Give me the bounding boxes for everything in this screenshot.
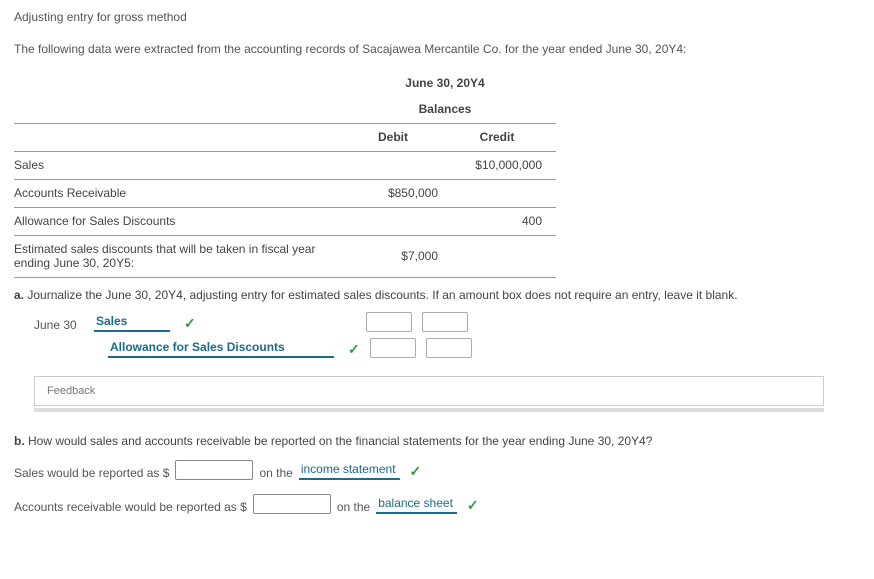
hdr-balances: Balances — [348, 96, 556, 122]
part-a-text: Journalize the June 30, 20Y4, adjusting … — [27, 288, 737, 302]
entry-date: June 30 — [34, 318, 84, 332]
feedback-toggle[interactable]: Feedback — [34, 376, 824, 406]
row-debit — [348, 208, 452, 235]
row-credit — [452, 236, 556, 277]
row-label: Allowance for Sales Discounts — [14, 208, 348, 235]
check-icon: ✓ — [410, 463, 422, 480]
table-row: Allowance for Sales Discounts 400 — [14, 208, 556, 235]
row-debit — [348, 152, 452, 179]
part-a-label: a. Journalize the June 30, 20Y4, adjusti… — [14, 288, 860, 302]
ar-amount-input[interactable] — [253, 494, 331, 514]
account-label: Sales — [96, 314, 127, 328]
row-credit: $10,000,000 — [452, 152, 556, 179]
ar-reported-mid: on the — [337, 500, 370, 514]
sales-amount-input[interactable] — [175, 460, 253, 480]
row-label: Accounts Receivable — [14, 180, 348, 207]
row-label: Estimated sales discounts that will be t… — [14, 236, 348, 277]
account-dropdown-allowance[interactable]: Allowance for Sales Discounts — [108, 340, 334, 358]
part-a-prefix: a. — [14, 288, 24, 302]
account-label: Allowance for Sales Discounts — [110, 340, 285, 354]
hdr-date: June 30, 20Y4 — [348, 70, 556, 96]
row-credit — [452, 180, 556, 207]
row-credit: 400 — [452, 208, 556, 235]
intro-text: The following data were extracted from t… — [14, 42, 860, 56]
row-debit: $850,000 — [348, 180, 452, 207]
sales-reported-mid: on the — [259, 466, 292, 480]
page-title: Adjusting entry for gross method — [14, 10, 860, 24]
debit-amount-input[interactable] — [366, 312, 412, 332]
check-icon: ✓ — [467, 497, 479, 514]
part-b-prefix: b. — [14, 434, 25, 448]
row-debit: $7,000 — [348, 236, 452, 277]
sales-reported-pre: Sales would be reported as $ — [14, 466, 169, 480]
statement-dropdown-balance[interactable]: balance sheet — [376, 496, 457, 514]
debit-amount-input[interactable] — [370, 338, 416, 358]
check-icon: ✓ — [348, 341, 360, 358]
credit-amount-input[interactable] — [422, 312, 468, 332]
balances-table: June 30, 20Y4 Balances Debit Credit Sale… — [14, 70, 556, 278]
col-credit: Credit — [452, 124, 556, 151]
statement-label: balance sheet — [378, 496, 453, 510]
statement-label: income statement — [301, 462, 396, 476]
feedback-panel: Feedback — [34, 376, 824, 412]
statement-dropdown-income[interactable]: income statement — [299, 462, 400, 480]
row-label: Sales — [14, 152, 348, 179]
part-b-label: b. How would sales and accounts receivab… — [14, 434, 860, 448]
credit-amount-input[interactable] — [426, 338, 472, 358]
table-row: Accounts Receivable $850,000 — [14, 180, 556, 207]
part-b-text: How would sales and accounts receivable … — [28, 434, 652, 448]
check-icon: ✓ — [184, 315, 196, 332]
account-dropdown-sales[interactable]: Sales — [94, 314, 170, 332]
ar-reported-pre: Accounts receivable would be reported as… — [14, 500, 247, 514]
table-row: Estimated sales discounts that will be t… — [14, 236, 556, 277]
col-debit: Debit — [348, 124, 452, 151]
table-row: Sales $10,000,000 — [14, 152, 556, 179]
